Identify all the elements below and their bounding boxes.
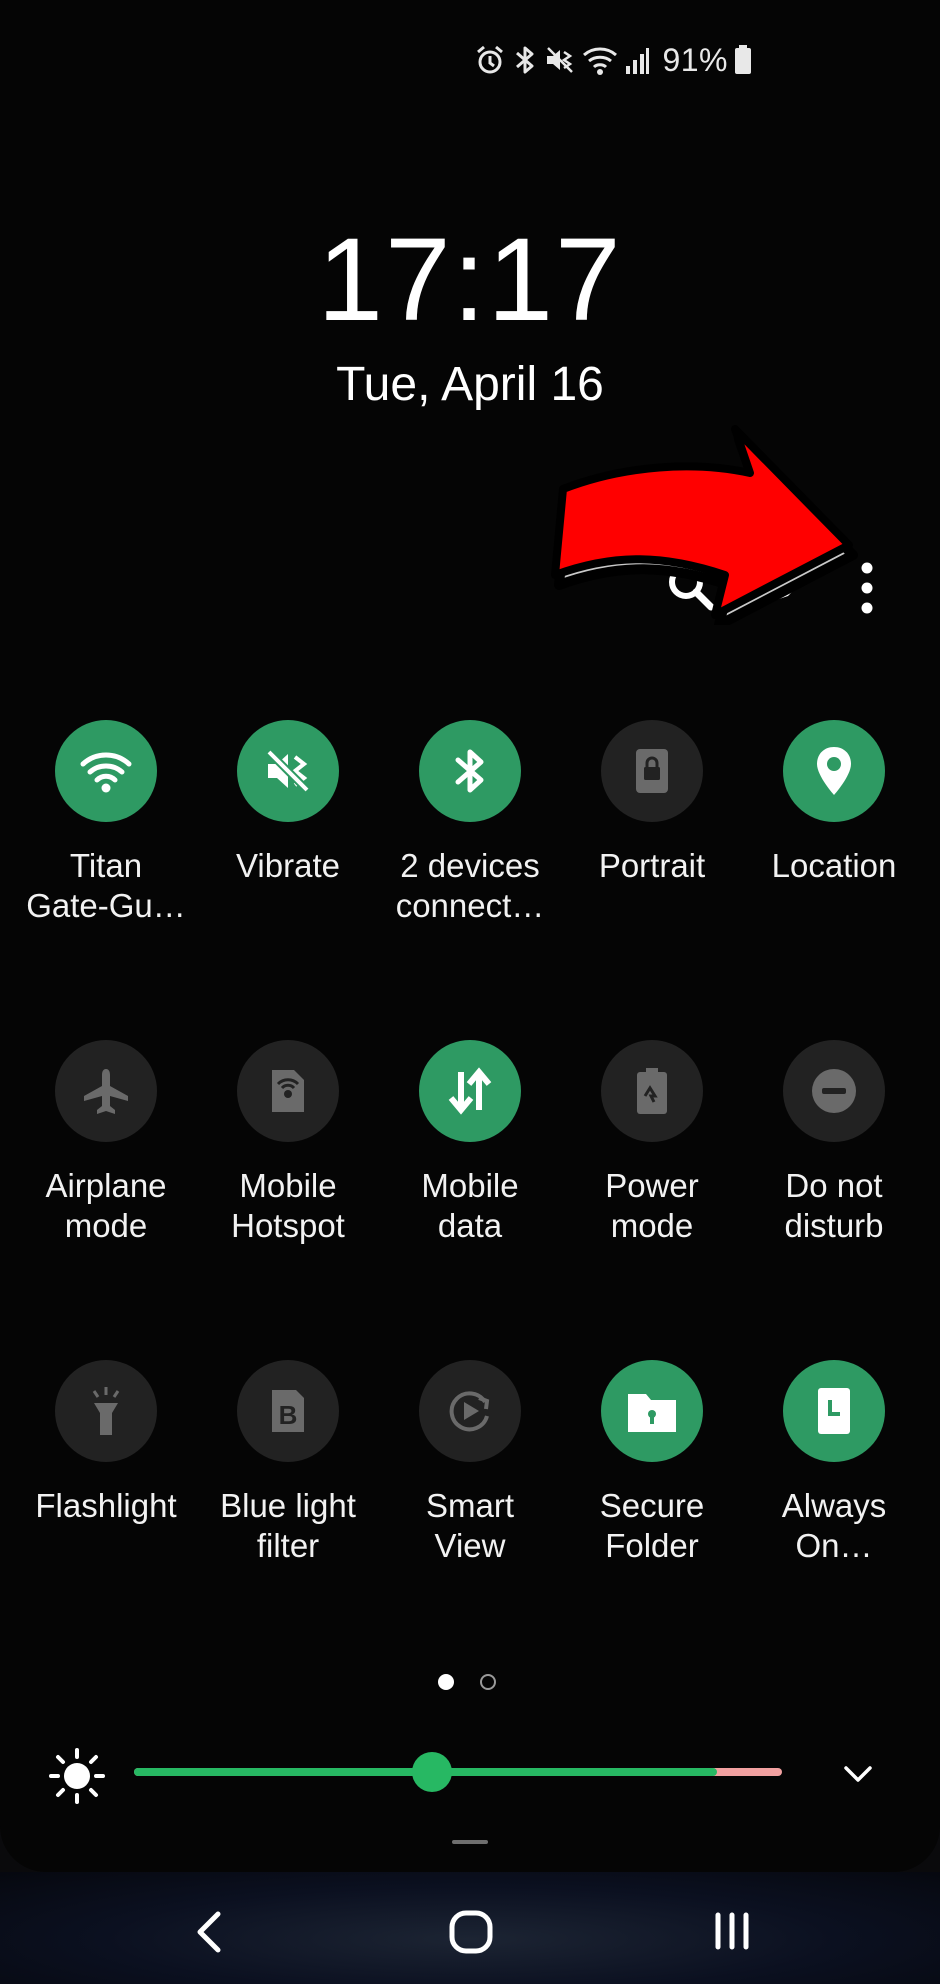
clock-date: Tue, April 16 bbox=[336, 358, 604, 411]
tile-label: Titan Gate-Gu… bbox=[26, 847, 186, 924]
tile-always-on-display-toggle[interactable] bbox=[783, 1360, 885, 1462]
recents-icon[interactable] bbox=[712, 1912, 752, 1950]
tile-label: Location bbox=[771, 847, 897, 884]
always-on-display-icon bbox=[818, 1388, 850, 1434]
tile-label: 2 devices connect… bbox=[395, 847, 545, 924]
tile-label: Vibrate bbox=[236, 847, 340, 884]
tile-location-toggle[interactable] bbox=[783, 720, 885, 822]
svg-text:B: B bbox=[279, 1400, 298, 1430]
tile-label: Portrait bbox=[598, 847, 706, 884]
do-not-disturb-icon bbox=[812, 1069, 856, 1113]
tile-blue-light-filter[interactable]: B Blue light filter bbox=[197, 1360, 379, 1566]
tile-portrait[interactable]: Portrait bbox=[561, 720, 743, 886]
tile-wifi[interactable]: Titan Gate-Gu… bbox=[15, 720, 197, 926]
tile-wifi-toggle[interactable] bbox=[55, 720, 157, 822]
panel-drag-handle[interactable] bbox=[452, 1840, 488, 1844]
flashlight-icon bbox=[92, 1387, 120, 1435]
hotspot-icon bbox=[272, 1070, 304, 1112]
tile-label: Secure Folder bbox=[599, 1487, 705, 1564]
chevron-down-icon[interactable] bbox=[840, 1756, 876, 1792]
brightness-icon bbox=[49, 1748, 105, 1804]
power-mode-icon bbox=[637, 1068, 667, 1114]
vibrate-icon bbox=[544, 44, 576, 76]
tile-location[interactable]: Location bbox=[743, 720, 925, 886]
tile-mobile-data-toggle[interactable] bbox=[419, 1040, 521, 1142]
secure-folder-icon bbox=[628, 1394, 676, 1432]
tile-label: Smart View bbox=[425, 1487, 514, 1564]
tile-label: Flashlight bbox=[35, 1487, 177, 1524]
tile-secure-folder[interactable]: Secure Folder bbox=[561, 1360, 743, 1566]
tile-power-mode-toggle[interactable] bbox=[601, 1040, 703, 1142]
airplane-icon bbox=[84, 1069, 128, 1114]
tile-power-mode[interactable]: Power mode bbox=[561, 1040, 743, 1246]
red-arrow-annotation bbox=[551, 425, 858, 625]
rotation-lock-icon bbox=[636, 749, 668, 793]
battery-icon bbox=[734, 45, 752, 75]
bluetooth-icon bbox=[455, 749, 484, 793]
tile-blue-light-filter-toggle[interactable]: B bbox=[237, 1360, 339, 1462]
wifi-icon bbox=[80, 752, 132, 793]
notification-panel: 91% 17:17 Tue, April 16 Titan Gate-Gu… V… bbox=[0, 0, 940, 1872]
tile-do-not-disturb-toggle[interactable] bbox=[783, 1040, 885, 1142]
tile-bluetooth-toggle[interactable] bbox=[419, 720, 521, 822]
smart-view-icon bbox=[449, 1391, 490, 1432]
home-icon[interactable] bbox=[448, 1909, 494, 1955]
vibrate-icon bbox=[266, 749, 310, 793]
location-pin-icon bbox=[817, 747, 851, 795]
page-dot-1[interactable] bbox=[438, 1674, 454, 1690]
tile-label: Do not disturb bbox=[784, 1167, 884, 1244]
tile-secure-folder-toggle[interactable] bbox=[601, 1360, 703, 1462]
tile-mobile-hotspot[interactable]: Mobile Hotspot bbox=[197, 1040, 379, 1246]
tile-label: Always On… bbox=[781, 1487, 887, 1564]
battery-percentage: 91% bbox=[662, 41, 728, 78]
tile-flashlight-toggle[interactable] bbox=[55, 1360, 157, 1462]
blue-light-filter-icon: B bbox=[272, 1390, 304, 1432]
tile-label: Airplane mode bbox=[45, 1167, 167, 1244]
tile-vibrate[interactable]: Vibrate bbox=[197, 720, 379, 886]
tile-flashlight[interactable]: Flashlight bbox=[15, 1360, 197, 1526]
tile-portrait-toggle[interactable] bbox=[601, 720, 703, 822]
tile-label: Mobile data bbox=[421, 1167, 519, 1244]
mobile-data-icon bbox=[448, 1067, 492, 1115]
tile-label: Blue light filter bbox=[220, 1487, 356, 1564]
wifi-icon bbox=[582, 44, 618, 76]
bluetooth-icon bbox=[512, 44, 538, 76]
tile-do-not-disturb[interactable]: Do not disturb bbox=[743, 1040, 925, 1246]
brightness-slider-thumb[interactable] bbox=[412, 1752, 453, 1792]
alarm-icon bbox=[474, 44, 506, 76]
tile-smart-view-toggle[interactable] bbox=[419, 1360, 521, 1462]
clock-time: 17:17 bbox=[317, 214, 623, 346]
tile-always-on-display[interactable]: Always On… bbox=[743, 1360, 925, 1566]
back-icon[interactable] bbox=[190, 1908, 230, 1956]
page-indicator bbox=[438, 1674, 496, 1690]
tile-airplane-mode[interactable]: Airplane mode bbox=[15, 1040, 197, 1246]
tile-mobile-data[interactable]: Mobile data bbox=[379, 1040, 561, 1246]
tile-smart-view[interactable]: Smart View bbox=[379, 1360, 561, 1566]
signal-icon bbox=[624, 44, 650, 76]
tile-vibrate-toggle[interactable] bbox=[237, 720, 339, 822]
tile-mobile-hotspot-toggle[interactable] bbox=[237, 1040, 339, 1142]
tile-label: Mobile Hotspot bbox=[231, 1167, 345, 1244]
status-bar: 91% bbox=[474, 40, 752, 80]
page-dot-2[interactable] bbox=[480, 1674, 496, 1690]
tile-airplane-mode-toggle[interactable] bbox=[55, 1040, 157, 1142]
tile-label: Power mode bbox=[605, 1167, 699, 1244]
brightness-slider[interactable] bbox=[134, 1752, 782, 1792]
tile-bluetooth[interactable]: 2 devices connect… bbox=[379, 720, 561, 926]
